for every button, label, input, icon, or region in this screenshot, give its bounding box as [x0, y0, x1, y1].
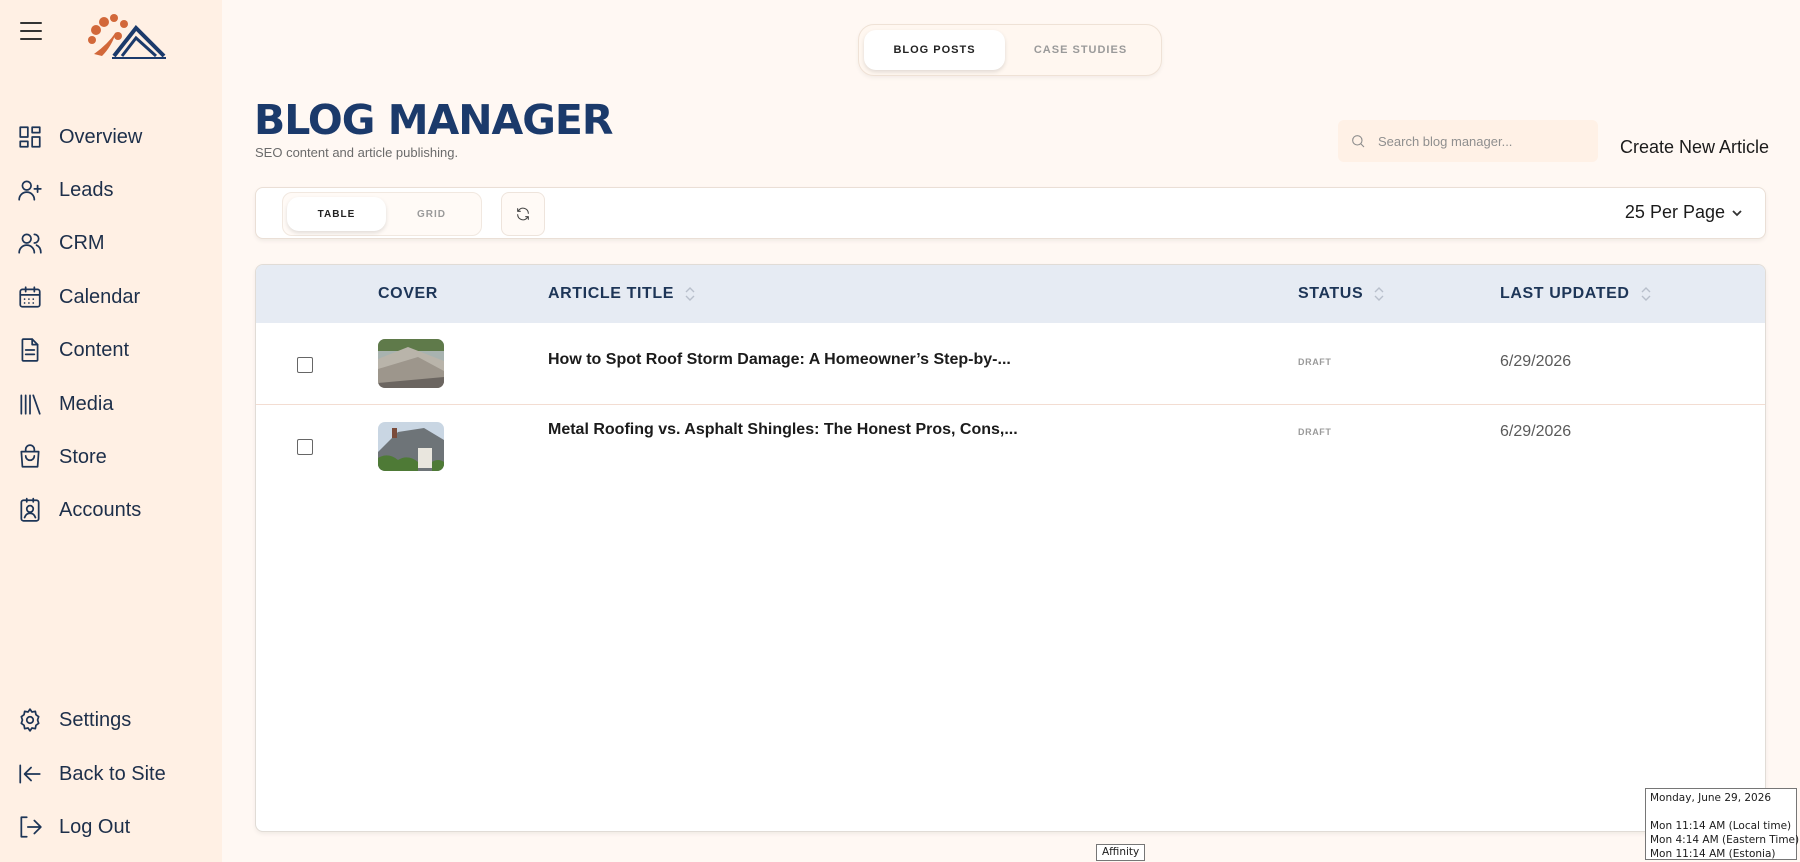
sidebar-item-back-to-site[interactable]: Back to Site [16, 754, 216, 794]
last-updated-date: 6/29/2026 [1500, 423, 1572, 440]
shopping-bag-icon [16, 443, 44, 471]
status-badge: DRAFT [1298, 427, 1332, 437]
sidebar-item-overview[interactable]: Overview [16, 117, 216, 157]
article-title-link[interactable]: Metal Roofing vs. Asphalt Shingles: The … [548, 421, 1018, 439]
column-label: COVER [378, 285, 438, 302]
user-plus-icon [16, 176, 44, 204]
document-icon [16, 336, 44, 364]
gear-icon [16, 706, 44, 734]
table-header: COVER ARTICLE TITLE STATUS LAST UPDATED [256, 265, 1765, 323]
sidebar-item-label: Media [59, 392, 114, 415]
page-subtitle: SEO content and article publishing. [255, 145, 459, 160]
sidebar-item-media[interactable]: Media [16, 384, 216, 424]
library-icon [16, 390, 44, 418]
search-icon [1352, 135, 1365, 148]
search-box [1338, 120, 1598, 162]
sidebar-item-label: CRM [59, 231, 105, 254]
sidebar-item-label: Content [59, 338, 130, 361]
sidebar-item-label: Overview [59, 125, 143, 148]
row-checkbox[interactable] [297, 439, 313, 455]
sidebar: Overview Leads CRM Calendar Content Medi… [0, 0, 222, 862]
view-toggle: TABLE GRID [282, 192, 482, 236]
sort-icon[interactable] [684, 285, 696, 303]
sidebar-item-label: Back to Site [59, 762, 166, 785]
logout-icon [16, 813, 44, 841]
sort-icon[interactable] [1640, 285, 1652, 303]
per-page-label: 25 Per Page [1624, 202, 1725, 222]
clock-estonia-time: Mon 11:14 AM (Estonia) [1650, 848, 1776, 860]
sidebar-item-label: Accounts [59, 498, 142, 521]
sidebar-item-label: Log Out [59, 815, 131, 838]
column-label: LAST UPDATED [1500, 285, 1630, 302]
contact-card-icon [16, 496, 44, 524]
sidebar-item-label: Store [59, 445, 107, 468]
sidebar-item-content[interactable]: Content [16, 330, 216, 370]
column-header-cover: COVER [378, 285, 438, 303]
users-icon [16, 229, 44, 257]
sidebar-item-crm[interactable]: CRM [16, 223, 216, 263]
articles-table: COVER ARTICLE TITLE STATUS LAST UPDATED … [255, 264, 1766, 832]
clock-tooltip: Monday, June 29, 2026 Mon 11:14 AM (Loca… [1645, 788, 1800, 860]
article-title-link[interactable]: How to Spot Roof Storm Damage: A Homeown… [548, 351, 1011, 369]
sidebar-item-calendar[interactable]: Calendar [16, 277, 216, 317]
per-page-select[interactable]: 25 Per Page [1625, 202, 1743, 223]
sidebar-item-accounts[interactable]: Accounts [16, 490, 216, 530]
tab-blog-posts[interactable]: BLOG POSTS [864, 30, 1006, 70]
cover-thumbnail [378, 422, 444, 471]
tab-case-studies[interactable]: CASE STUDIES [1005, 30, 1156, 70]
sidebar-item-settings[interactable]: Settings [16, 700, 216, 740]
create-article-button[interactable]: Create New Article [1620, 137, 1769, 158]
content-type-tabs: BLOG POSTS CASE STUDIES [858, 24, 1162, 76]
taskbar-tooltip: Affinity [1096, 844, 1146, 861]
status-badge: DRAFT [1298, 357, 1332, 367]
sidebar-item-label: Settings [59, 708, 132, 731]
view-table-button[interactable]: TABLE [287, 197, 386, 231]
menu-icon[interactable] [18, 18, 46, 44]
column-header-title[interactable]: ARTICLE TITLE [548, 285, 696, 303]
column-header-status[interactable]: STATUS [1298, 285, 1385, 303]
sidebar-item-label: Calendar [59, 285, 141, 308]
sidebar-item-leads[interactable]: Leads [16, 170, 216, 210]
clock-date: Monday, June 29, 2026 [1650, 792, 1772, 804]
page-title: BLOG MANAGER [254, 96, 614, 144]
search-input[interactable] [1378, 133, 1588, 149]
refresh-icon [517, 207, 529, 221]
row-checkbox[interactable] [297, 357, 313, 373]
arrow-left-bar-icon [16, 760, 44, 788]
cover-thumbnail [378, 339, 444, 388]
view-grid-button[interactable]: GRID [386, 197, 477, 231]
sidebar-item-label: Leads [59, 178, 114, 201]
sort-icon[interactable] [1373, 285, 1385, 303]
sidebar-item-store[interactable]: Store [16, 437, 216, 477]
table-row[interactable]: How to Spot Roof Storm Damage: A Homeown… [256, 323, 1765, 405]
chevron-down-icon [1732, 209, 1742, 216]
brand-logo[interactable] [84, 14, 168, 60]
column-label: ARTICLE TITLE [548, 285, 675, 302]
clock-local-time: Mon 11:14 AM (Local time) [1650, 820, 1792, 832]
column-header-last-updated[interactable]: LAST UPDATED [1500, 285, 1652, 303]
clock-eastern-time: Mon 4:14 AM (Eastern Time) [1650, 834, 1800, 846]
column-label: STATUS [1298, 285, 1364, 302]
table-toolbar: TABLE GRID 25 Per Page [255, 187, 1766, 239]
table-row[interactable]: Metal Roofing vs. Asphalt Shingles: The … [256, 406, 1765, 488]
last-updated-date: 6/29/2026 [1500, 353, 1572, 370]
refresh-button[interactable] [501, 192, 545, 236]
overview-grid-icon [16, 123, 44, 151]
sidebar-item-log-out[interactable]: Log Out [16, 807, 216, 847]
calendar-icon [16, 283, 44, 311]
